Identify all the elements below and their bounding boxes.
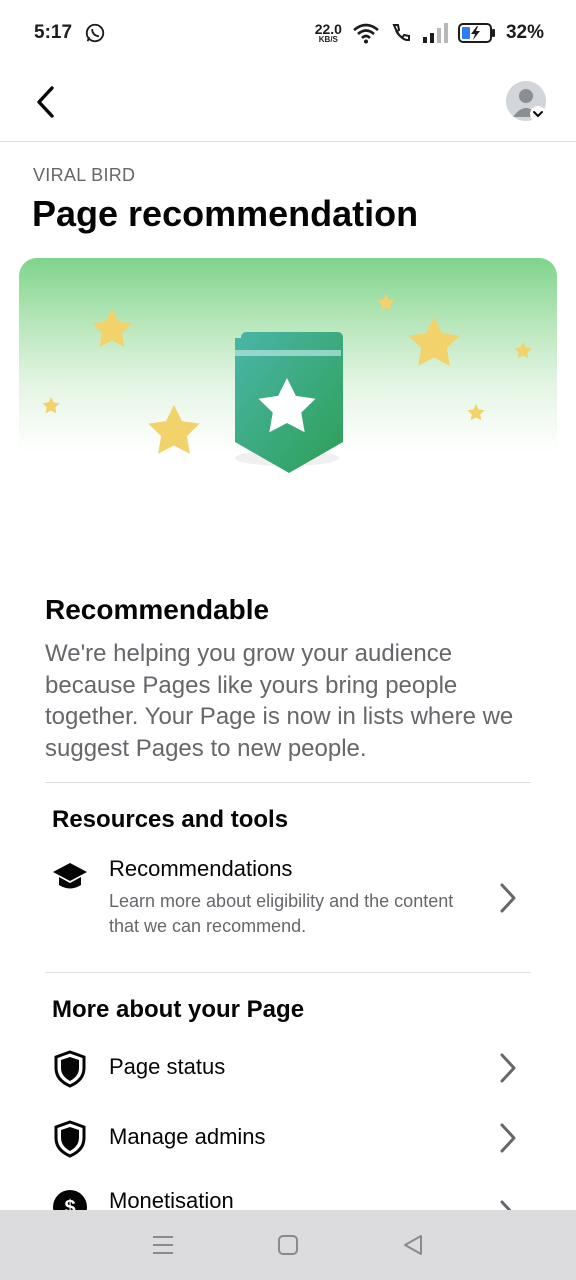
page-status-row[interactable]: Page status bbox=[45, 1044, 531, 1094]
chevron-right-icon bbox=[500, 883, 516, 913]
shield-icon bbox=[51, 1120, 89, 1158]
divider bbox=[45, 972, 531, 973]
svg-text:$: $ bbox=[64, 1197, 75, 1210]
signal-icon bbox=[422, 23, 448, 43]
recommendations-row[interactable]: Recommendations Learn more about eligibi… bbox=[45, 850, 531, 950]
back-button[interactable] bbox=[26, 82, 66, 122]
status-bar: 5:17 22.0 KB/S 32% bbox=[0, 0, 576, 66]
chevron-down-icon bbox=[533, 111, 543, 118]
status-time: 5:17 bbox=[34, 22, 73, 43]
page-name: VIRAL BIRD bbox=[33, 165, 136, 185]
status-indicators: 22.0 KB/S 32% bbox=[315, 22, 544, 44]
page-title: Page recommendation bbox=[32, 193, 419, 234]
more-about-heading: More about your Page bbox=[52, 996, 305, 1023]
row-title: Manage admins bbox=[109, 1124, 266, 1149]
row-subtitle: Learn more about eligibility and the con… bbox=[109, 891, 454, 936]
dollar-icon: $ bbox=[51, 1188, 89, 1210]
whatsapp-icon bbox=[85, 23, 105, 43]
status-heading: Recommendable bbox=[45, 594, 270, 625]
back-arrow-icon bbox=[37, 86, 54, 118]
divider bbox=[45, 782, 531, 783]
hero-illustration bbox=[19, 258, 557, 488]
call-icon bbox=[392, 24, 410, 42]
wifi-icon bbox=[353, 23, 379, 44]
manage-admins-row[interactable]: Manage admins bbox=[45, 1114, 531, 1164]
net-speed-value: 22.0 bbox=[314, 21, 342, 37]
row-title: Recommendations bbox=[109, 856, 293, 881]
row-title: Monetisation bbox=[109, 1188, 234, 1210]
chevron-right-icon bbox=[500, 1200, 512, 1210]
shield-icon bbox=[51, 1050, 89, 1088]
monetisation-row[interactable]: $ Monetisation bbox=[45, 1176, 531, 1210]
system-nav-bar bbox=[0, 1210, 576, 1280]
graduation-cap-icon bbox=[51, 858, 89, 896]
recents-menu-button[interactable] bbox=[152, 1234, 174, 1256]
row-title: Page status bbox=[109, 1054, 226, 1079]
chevron-right-icon bbox=[500, 1123, 516, 1153]
battery-percent: 32% bbox=[505, 22, 544, 43]
network-speed: 22.0 KB/S bbox=[315, 22, 342, 44]
net-speed-unit: KB/S bbox=[318, 35, 338, 44]
chevron-right-icon bbox=[500, 1053, 516, 1083]
app-header bbox=[0, 66, 576, 142]
battery-icon bbox=[457, 23, 495, 43]
back-triangle-button[interactable] bbox=[402, 1234, 424, 1256]
home-button[interactable] bbox=[277, 1234, 299, 1256]
resources-heading: Resources and tools bbox=[52, 806, 289, 833]
status-description: We're helping you grow your audience bec… bbox=[45, 640, 514, 762]
account-switcher-button[interactable] bbox=[530, 106, 546, 122]
recommendation-badge-icon bbox=[235, 332, 343, 473]
